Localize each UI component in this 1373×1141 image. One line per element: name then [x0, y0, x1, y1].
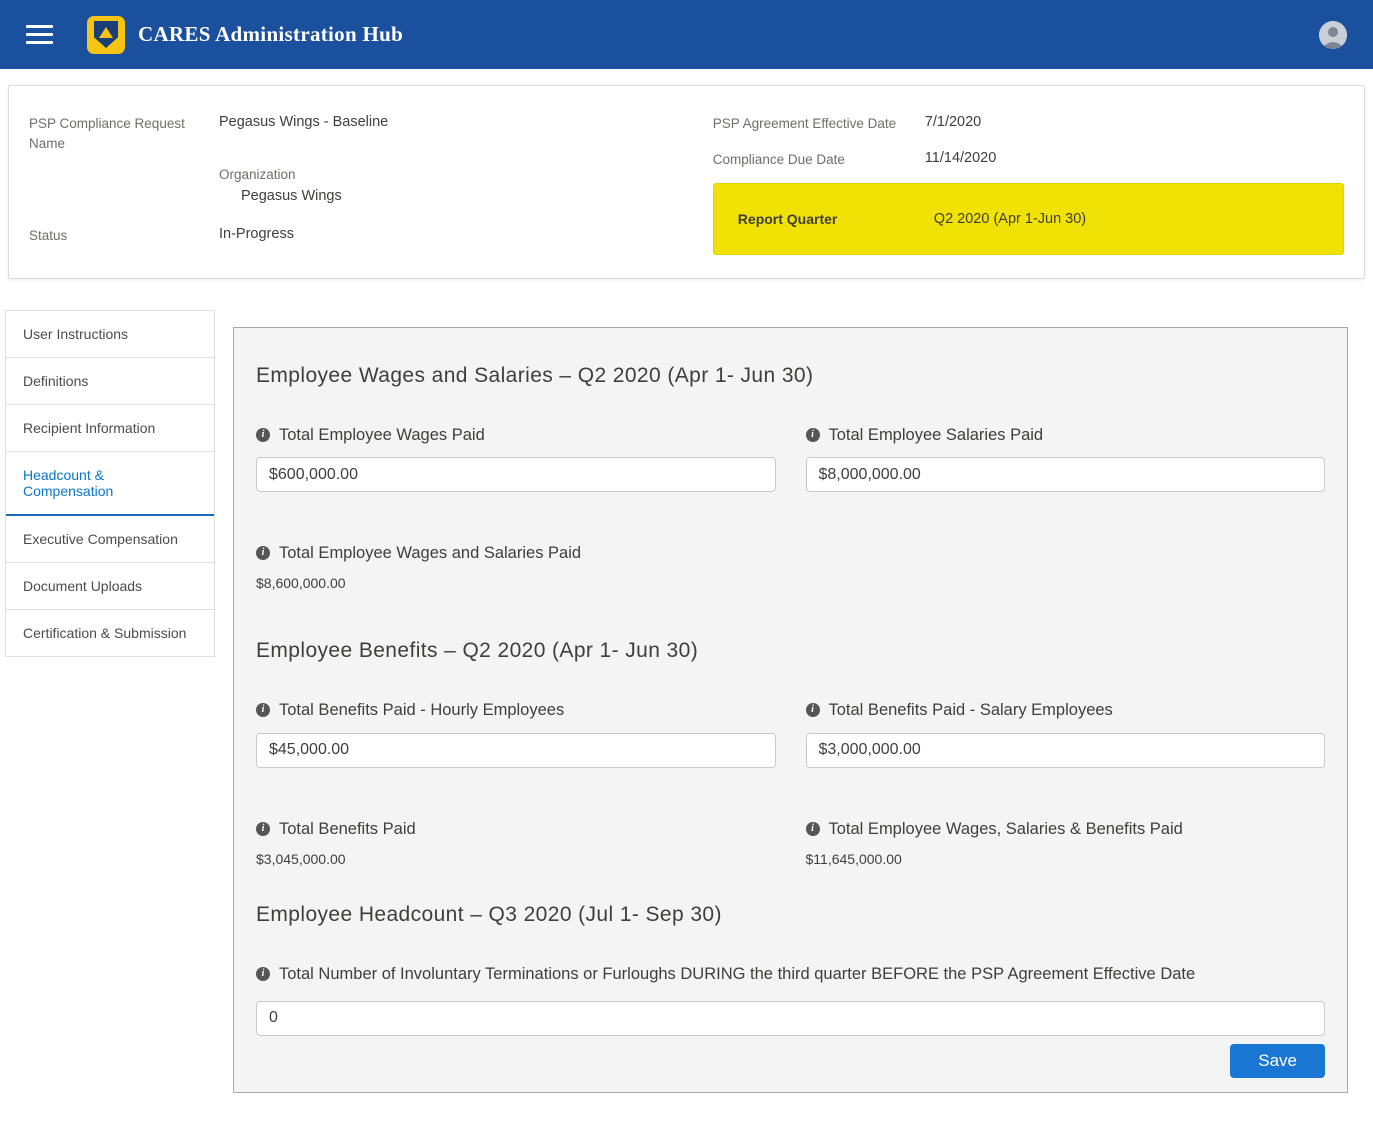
info-icon[interactable] [256, 967, 270, 981]
info-icon[interactable] [256, 703, 270, 717]
wages-salaries-total-label: Total Employee Wages and Salaries Paid [279, 540, 581, 566]
report-quarter-value: Q2 2020 (Apr 1-Jun 30) [934, 211, 1086, 227]
section-sidebar: User Instructions Definitions Recipient … [5, 310, 215, 657]
benefits-total-label: Total Benefits Paid [279, 816, 416, 842]
sidebar-item-headcount-compensation[interactable]: Headcount & Compensation [6, 452, 214, 516]
terminations-input[interactable] [256, 1001, 1325, 1036]
benefits-section-heading: Employee Benefits – Q2 2020 (Apr 1- Jun … [256, 639, 1325, 663]
terminations-field-group: Total Number of Involuntary Terminations… [256, 961, 1325, 1035]
due-date-value: 11/14/2020 [925, 148, 997, 170]
wages-salaries-total-value: $8,600,000.00 [256, 575, 1325, 591]
status-label: Status [29, 224, 219, 246]
shield-icon [94, 21, 118, 48]
content-area: User Instructions Definitions Recipient … [0, 310, 1373, 1138]
benefits-hourly-field-label: Total Benefits Paid - Hourly Employees [279, 697, 564, 723]
organization-label: Organization [219, 167, 342, 182]
benefits-salary-field-group: Total Benefits Paid - Salary Employees [806, 697, 1326, 767]
wages-section-heading: Employee Wages and Salaries – Q2 2020 (A… [256, 364, 1325, 388]
status-value: In-Progress [219, 224, 294, 246]
save-button[interactable]: Save [1230, 1044, 1325, 1078]
sidebar-item-executive-compensation[interactable]: Executive Compensation [6, 516, 214, 563]
compliance-summary-card: PSP Compliance Request Name Pegasus Wing… [8, 85, 1365, 279]
wages-salaries-benefits-total-label: Total Employee Wages, Salaries & Benefit… [829, 816, 1183, 842]
wages-salaries-benefits-total-value: $11,645,000.00 [806, 851, 1326, 867]
wages-field-group: Total Employee Wages Paid [256, 422, 776, 492]
due-date-label: Compliance Due Date [713, 148, 925, 170]
sidebar-item-recipient-information[interactable]: Recipient Information [6, 405, 214, 452]
app-title: CARES Administration Hub [138, 22, 403, 47]
info-icon[interactable] [256, 822, 270, 836]
report-quarter-label: Report Quarter [738, 211, 934, 227]
summary-right-column: PSP Agreement Effective Date 7/1/2020 Co… [713, 112, 1344, 260]
info-icon[interactable] [256, 428, 270, 442]
benefits-salary-input[interactable] [806, 733, 1326, 768]
headcount-compensation-panel: Employee Wages and Salaries – Q2 2020 (A… [233, 327, 1348, 1093]
info-icon[interactable] [806, 703, 820, 717]
benefits-salary-field-label: Total Benefits Paid - Salary Employees [829, 697, 1113, 723]
menu-icon[interactable] [26, 20, 53, 49]
terminations-field-label: Total Number of Involuntary Terminations… [279, 961, 1195, 987]
benefits-total-group: Total Benefits Paid $3,045,000.00 [256, 816, 776, 867]
sidebar-item-certification-submission[interactable]: Certification & Submission [6, 610, 214, 657]
benefits-hourly-field-group: Total Benefits Paid - Hourly Employees [256, 697, 776, 767]
report-quarter-banner: Report Quarter Q2 2020 (Apr 1-Jun 30) [713, 183, 1344, 255]
organization-group: Organization Pegasus Wings [219, 167, 342, 204]
app-logo-icon [87, 16, 125, 54]
request-name-value: Pegasus Wings - Baseline [219, 112, 388, 153]
sidebar-item-definitions[interactable]: Definitions [6, 358, 214, 405]
benefits-hourly-input[interactable] [256, 733, 776, 768]
salaries-field-label: Total Employee Salaries Paid [829, 422, 1044, 448]
top-navbar: CARES Administration Hub [0, 0, 1373, 69]
sidebar-item-user-instructions[interactable]: User Instructions [6, 311, 214, 358]
info-icon[interactable] [806, 428, 820, 442]
sidebar-item-document-uploads[interactable]: Document Uploads [6, 563, 214, 610]
effective-date-value: 7/1/2020 [925, 112, 981, 134]
request-name-label: PSP Compliance Request Name [29, 112, 219, 153]
wages-input[interactable] [256, 457, 776, 492]
info-icon[interactable] [806, 822, 820, 836]
summary-left-column: PSP Compliance Request Name Pegasus Wing… [29, 112, 713, 260]
wages-field-label: Total Employee Wages Paid [279, 422, 485, 448]
salaries-field-group: Total Employee Salaries Paid [806, 422, 1326, 492]
headcount-section-heading: Employee Headcount – Q3 2020 (Jul 1- Sep… [256, 903, 1325, 927]
info-icon[interactable] [256, 546, 270, 560]
salaries-input[interactable] [806, 457, 1326, 492]
user-avatar-icon[interactable] [1319, 21, 1347, 49]
wages-salaries-benefits-total-group: Total Employee Wages, Salaries & Benefit… [806, 816, 1326, 867]
wages-salaries-total-group: Total Employee Wages and Salaries Paid $… [256, 540, 1325, 591]
effective-date-label: PSP Agreement Effective Date [713, 112, 925, 134]
benefits-total-value: $3,045,000.00 [256, 851, 776, 867]
organization-value: Pegasus Wings [219, 186, 342, 204]
